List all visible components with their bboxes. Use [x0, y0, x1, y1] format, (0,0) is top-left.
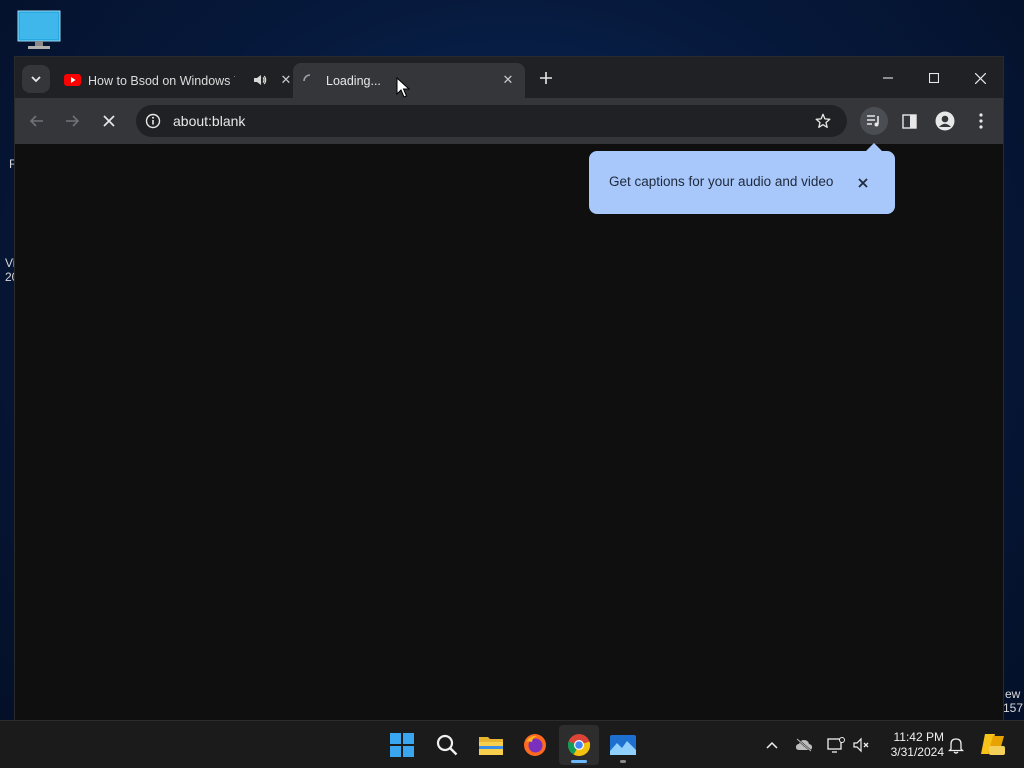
active-indicator — [571, 760, 587, 763]
info-icon[interactable] — [143, 111, 163, 131]
live-caption-promo-bubble: Get captions for your audio and video — [589, 143, 895, 214]
desktop-text-fragment: 157 — [1003, 701, 1024, 715]
stop-icon — [103, 115, 115, 127]
forward-button[interactable] — [58, 107, 86, 135]
firefox-button[interactable] — [515, 725, 555, 765]
minimize-button[interactable] — [865, 63, 911, 93]
media-controls-button[interactable] — [860, 107, 888, 135]
stop-loading-button[interactable] — [95, 107, 123, 135]
maximize-icon — [929, 73, 939, 83]
close-icon — [974, 72, 986, 84]
tab-youtube[interactable]: How to Bsod on Windows 7 ✕ — [57, 63, 291, 98]
close-tab-icon[interactable]: ✕ — [498, 70, 518, 90]
tab-title: How to Bsod on Windows 7 — [88, 73, 235, 88]
address-bar[interactable]: about:blank — [136, 105, 847, 137]
system-clock[interactable]: 11:42 PM 3/31/2024 — [880, 730, 944, 760]
toolbar: about:blank — [15, 98, 1003, 144]
chevron-up-icon — [766, 741, 778, 749]
more-vertical-icon — [979, 113, 983, 129]
side-panel-button[interactable] — [895, 107, 923, 135]
chrome-icon — [567, 734, 591, 757]
search-button[interactable] — [427, 725, 467, 765]
url-text: about:blank — [173, 113, 246, 129]
file-explorer-button[interactable] — [471, 725, 511, 765]
bookmark-star-icon[interactable] — [813, 111, 833, 131]
search-icon — [436, 734, 458, 756]
back-button[interactable] — [23, 107, 51, 135]
profile-icon — [935, 111, 955, 131]
cloud-offline-icon[interactable] — [794, 735, 814, 755]
this-pc-desktop-icon[interactable] — [17, 10, 61, 50]
arrow-right-icon — [66, 115, 79, 127]
chevron-down-icon — [31, 76, 41, 83]
photos-button[interactable] — [603, 725, 643, 765]
start-icon — [390, 733, 414, 757]
file-explorer-icon — [479, 737, 503, 755]
clock-date: 3/31/2024 — [890, 745, 944, 759]
tab-search-button[interactable] — [22, 65, 50, 93]
loading-spinner-icon — [303, 74, 317, 91]
profile-button[interactable] — [931, 107, 959, 135]
desktop-text-fragment: ew — [1005, 687, 1021, 701]
copilot-preview-icon[interactable] — [980, 731, 1006, 757]
bubble-text: Get captions for your audio and video — [609, 174, 834, 189]
network-icon[interactable] — [826, 735, 846, 755]
close-icon[interactable] — [853, 173, 873, 193]
side-panel-icon — [901, 113, 917, 129]
plus-icon — [540, 72, 552, 84]
media-queue-icon — [867, 115, 879, 127]
arrow-left-icon — [30, 115, 43, 127]
minimize-icon — [883, 77, 893, 79]
maximize-button[interactable] — [911, 63, 957, 93]
new-tab-button[interactable] — [534, 66, 558, 90]
chrome-button[interactable] — [559, 725, 599, 765]
notifications-icon[interactable] — [946, 735, 966, 755]
youtube-icon — [64, 74, 81, 89]
clock-time: 11:42 PM — [893, 730, 944, 744]
show-hidden-icons-button[interactable] — [762, 735, 782, 755]
photos-icon — [610, 735, 636, 755]
mouse-cursor-icon — [396, 76, 411, 99]
firefox-icon — [524, 734, 546, 756]
taskbar: 11:42 PM 3/31/2024 — [0, 720, 1024, 768]
volume-muted-icon[interactable] — [852, 735, 872, 755]
browser-window: How to Bsod on Windows 7 ✕ Loading... ✕ — [14, 56, 1004, 720]
speaker-icon[interactable] — [253, 73, 267, 90]
close-window-button[interactable] — [957, 63, 1003, 93]
menu-button[interactable] — [967, 107, 995, 135]
start-button[interactable] — [382, 725, 422, 765]
tab-strip: How to Bsod on Windows 7 ✕ Loading... ✕ — [15, 57, 1003, 98]
page-content[interactable] — [15, 144, 1003, 720]
running-indicator — [620, 760, 626, 763]
